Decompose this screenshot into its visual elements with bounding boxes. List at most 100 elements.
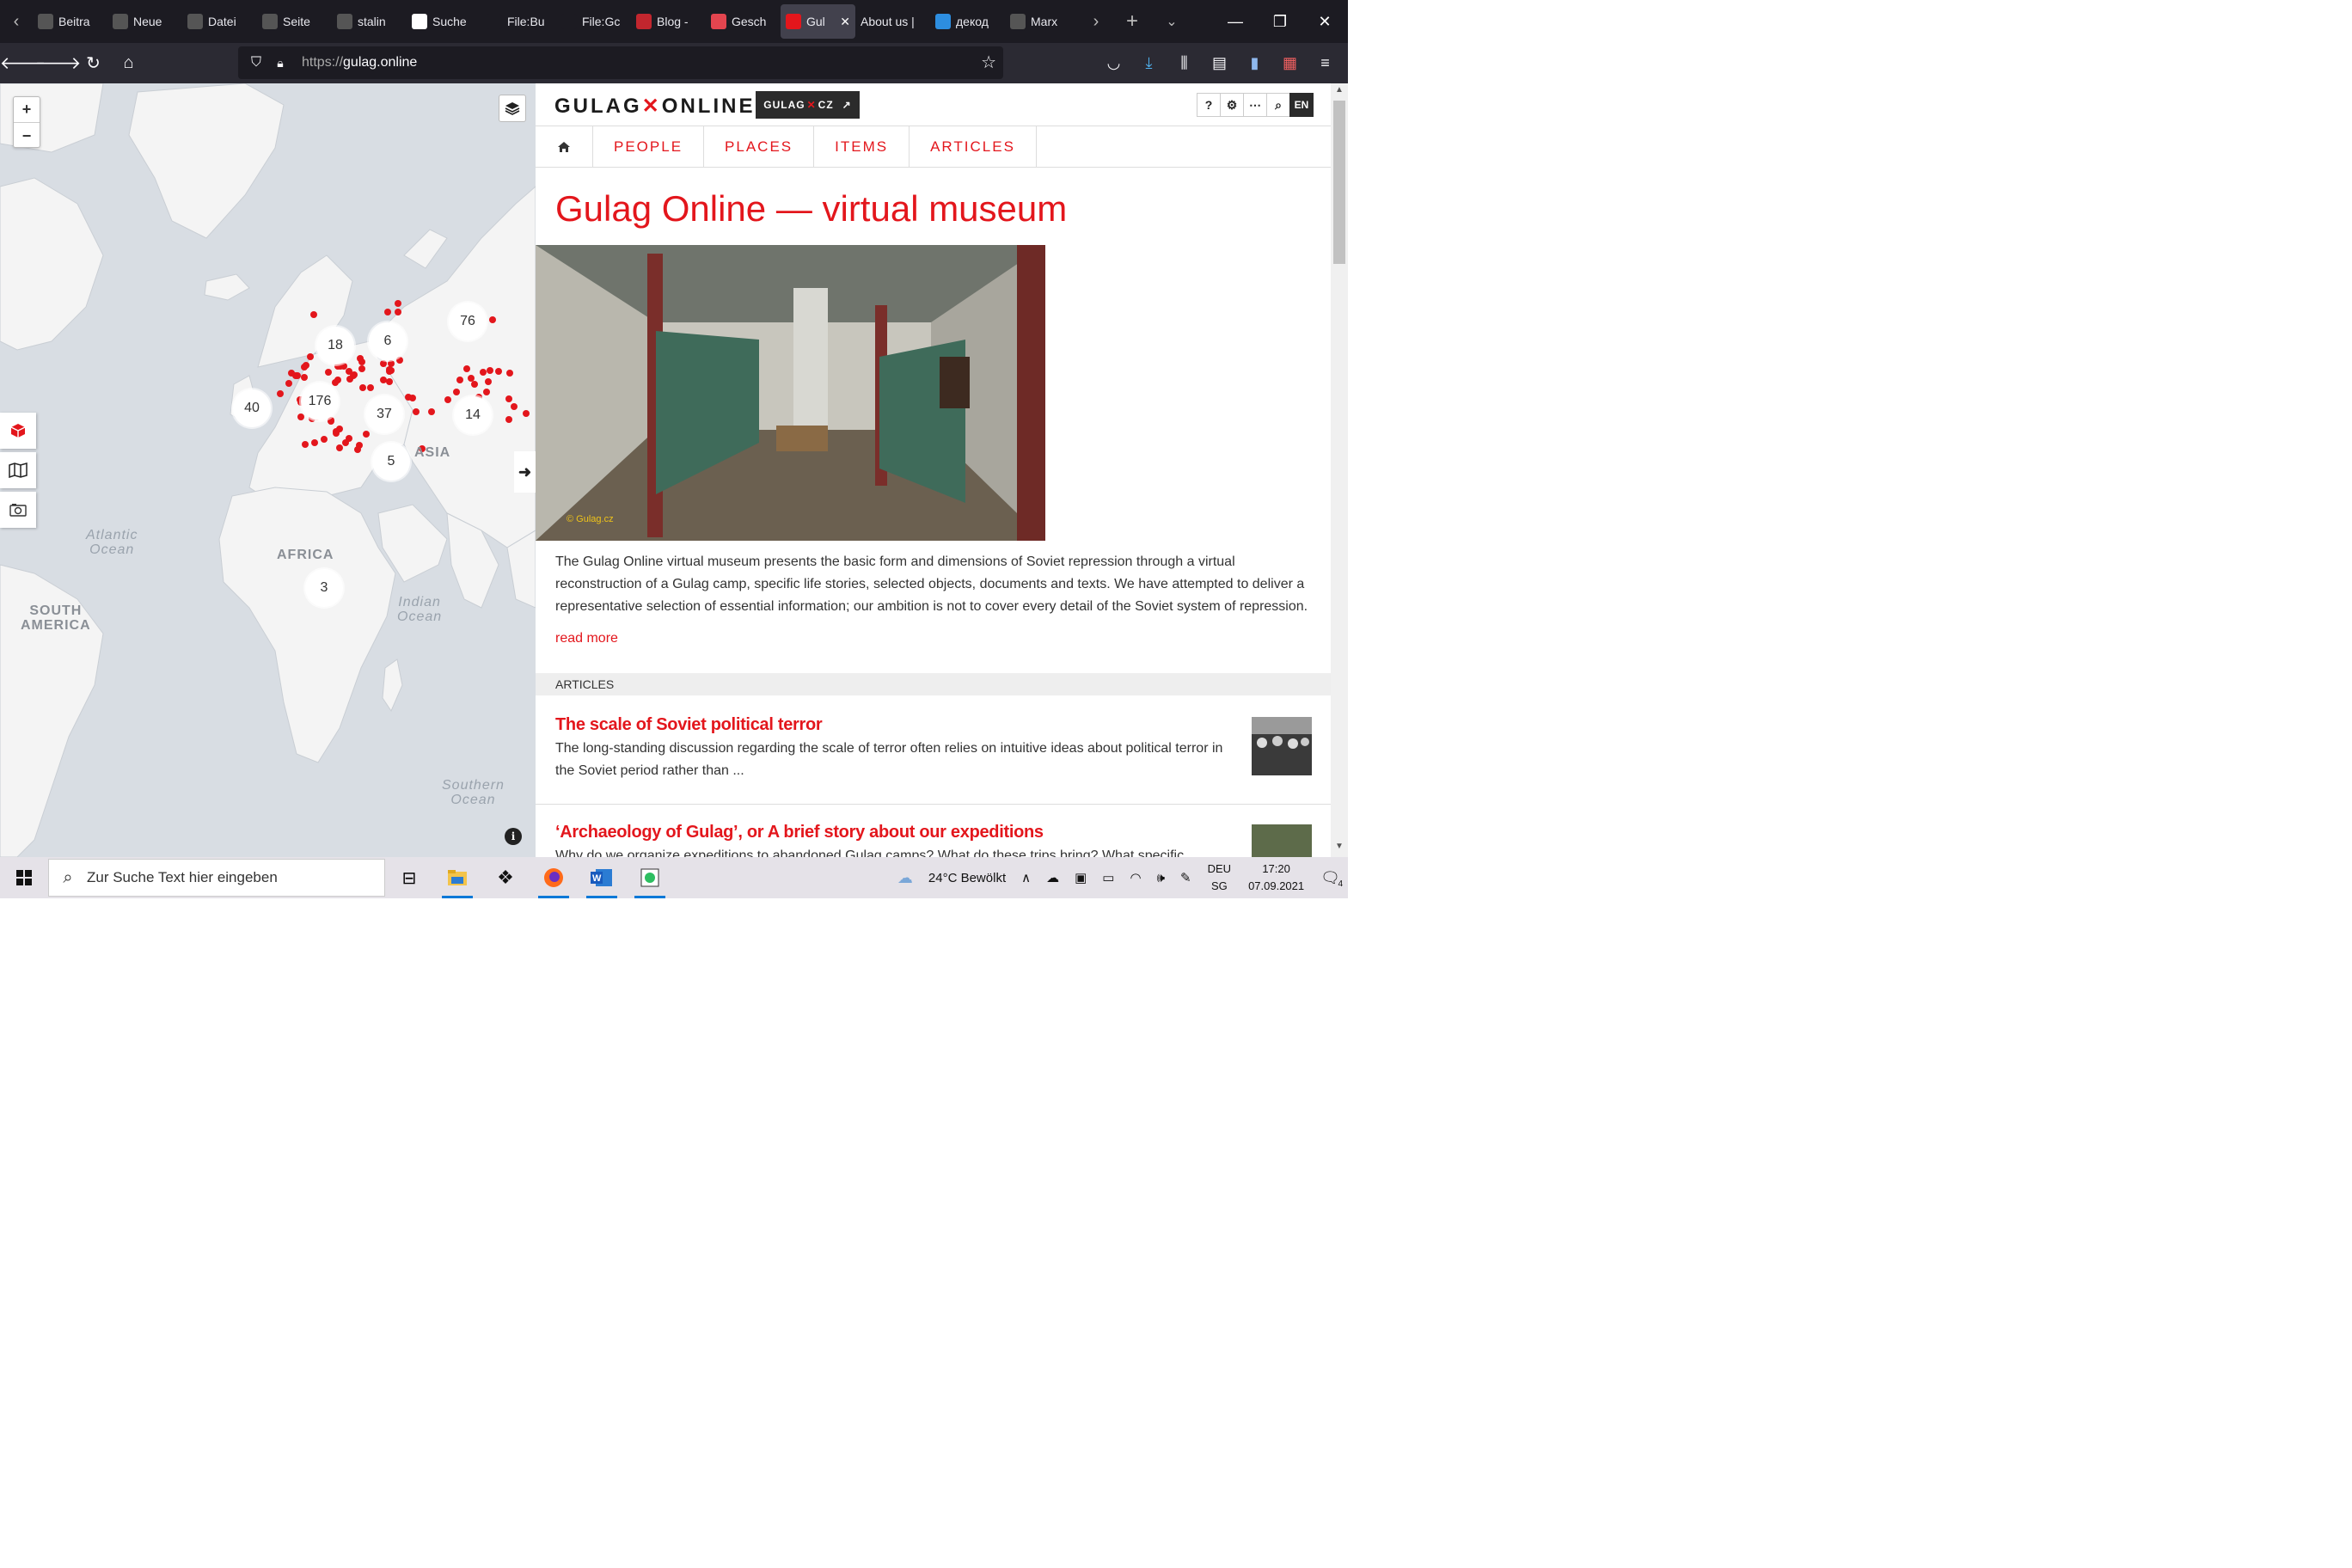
weather-cloud-icon[interactable]: ☁ [890,869,921,887]
camp-marker-dot[interactable] [444,395,451,403]
cluster-marker[interactable]: 6 [369,322,407,360]
cluster-marker[interactable]: 76 [449,303,487,340]
browser-tab[interactable]: stalin [332,4,407,39]
article-thumbnail[interactable] [1252,824,1312,857]
browser-tab[interactable]: Seite [257,4,332,39]
list-all-tabs-button[interactable]: ⌄ [1155,13,1188,30]
browser-tab[interactable]: Blog - [631,4,706,39]
zoom-in-button[interactable]: + [14,97,40,123]
camp-marker-dot[interactable] [511,402,518,410]
browser-tab[interactable]: Beitra [33,4,107,39]
firefox-icon[interactable] [530,857,578,898]
photo-view-button[interactable] [0,492,36,528]
file-explorer-icon[interactable] [433,857,481,898]
browser-tab[interactable]: Marx [1005,4,1080,39]
article-card[interactable]: ‘Archaeology of Gulag’, or A brief story… [536,823,1331,857]
camp-marker-dot[interactable] [383,308,391,315]
evernote-icon[interactable] [626,857,674,898]
menu-items[interactable]: ITEMS [814,126,910,167]
lock-icon[interactable]: 🔒︎ [271,56,290,70]
close-window-button[interactable]: ✕ [1302,0,1348,43]
notification-center-icon[interactable]: 🗨︎ 4 [1313,869,1348,889]
camp-marker-dot[interactable] [471,380,479,388]
onedrive-error-icon[interactable]: ☁ [1038,870,1067,885]
hero-image-barrack-interior[interactable]: © Gulag.cz [536,245,1045,541]
tabs-scroll-left-button[interactable]: ‹ [0,12,33,32]
cluster-marker[interactable]: 37 [365,395,403,433]
camp-marker-dot[interactable] [452,389,460,396]
cluster-marker[interactable]: 5 [372,443,410,481]
more-ellipsis-icon[interactable]: ⋯ [1243,93,1267,117]
minimize-window-button[interactable]: — [1212,0,1259,43]
url-text[interactable]: https://gulag.online [302,55,417,70]
article-title[interactable]: ‘Archaeology of Gulag’, or A brief story… [555,823,1044,842]
camp-marker-dot[interactable] [309,310,317,318]
address-bar[interactable]: ⛉ 🔒︎ https://gulag.online ☆ [238,46,1003,79]
taskbar-search-box[interactable]: ⌕ Zur Suche Text hier eingeben [48,859,385,897]
camp-marker-dot[interactable] [483,388,491,395]
camp-marker-dot[interactable] [486,366,493,374]
zoom-out-button[interactable]: − [14,123,40,149]
menu-articles[interactable]: ARTICLES [910,126,1037,167]
task-view-icon[interactable]: ⊟ [385,857,433,898]
language-button[interactable]: EN [1289,93,1314,117]
word-icon[interactable]: W [578,857,626,898]
browser-tab[interactable]: File:Gc [556,4,631,39]
dropbox-icon[interactable]: ❖ [481,857,530,898]
remote-desktop-icon[interactable]: ▣ [1067,870,1094,885]
layers-button[interactable] [499,95,526,122]
clock[interactable]: 17:20 07.09.2021 [1240,861,1313,895]
cluster-marker[interactable]: 176 [301,383,339,420]
camp-marker-dot[interactable] [332,427,340,435]
read-more-link[interactable]: read more [555,631,618,646]
settings-gear-icon[interactable]: ⚙ [1220,93,1244,117]
browser-tab[interactable]: Suche [407,4,481,39]
toggle-content-arrow-button[interactable]: ➜ [514,451,536,493]
browser-tab[interactable]: Datei [182,4,257,39]
camp-marker-dot[interactable] [494,368,502,376]
volume-icon[interactable]: 🕪︎ [1149,871,1173,885]
camp-marker-dot[interactable] [379,376,387,383]
cluster-marker[interactable]: 3 [305,569,343,607]
new-tab-button[interactable]: + [1116,9,1148,34]
tracking-protection-shield-icon[interactable]: ⛉ [242,55,271,70]
camp-marker-dot[interactable] [379,359,387,367]
library-icon[interactable]: ⫼ [1167,54,1202,72]
article-title[interactable]: The scale of Soviet political terror [555,715,823,735]
camp-marker-dot[interactable] [302,440,309,448]
map-pane[interactable]: + − 76 18 6 40 176 37 14 5 3 AFRICA ASIA… [0,83,536,857]
camp-marker-dot[interactable] [345,435,352,443]
restore-window-button[interactable]: ❐ [1257,0,1303,43]
site-logo[interactable]: GULAG✕ONLINE [554,94,755,119]
weather-text[interactable]: 24°C Bewölkt [921,871,1014,885]
browser-tab[interactable]: About us | [855,4,930,39]
map-view-button[interactable] [0,452,36,488]
camp-marker-dot[interactable] [412,407,420,415]
camp-marker-dot[interactable] [285,380,292,387]
camp-marker-dot[interactable] [358,383,366,391]
cluster-marker[interactable]: 14 [454,396,492,434]
reload-button[interactable]: ↻ [76,48,111,79]
camp-marker-dot[interactable] [291,372,299,380]
camp-marker-dot[interactable] [336,444,343,451]
camp-marker-dot[interactable] [321,435,328,443]
pocket-icon[interactable]: ◡ [1096,54,1131,72]
scrollbar-thumb[interactable] [1333,101,1345,264]
downloads-icon[interactable]: ⤓ [1131,54,1167,72]
windows-start-button[interactable] [0,857,48,898]
camp-marker-dot[interactable] [522,410,530,418]
menu-people[interactable]: PEOPLE [593,126,705,167]
app-menu-icon[interactable]: ≡ [1308,54,1343,72]
tabs-scroll-right-button[interactable]: › [1080,12,1112,32]
close-tab-icon[interactable]: ✕ [840,15,850,29]
pen-icon[interactable]: ✎ [1173,870,1199,885]
reader-extension-icon[interactable]: ▮ [1237,54,1272,72]
sidebar-icon[interactable]: ▤ [1202,54,1237,72]
camp-marker-dot[interactable] [358,364,365,372]
content-scrollbar[interactable]: ▲ ▼ [1331,83,1348,857]
browser-tab[interactable]: декод [930,4,1005,39]
forward-button[interactable]: 🡒 [35,48,82,79]
extension-icon[interactable]: ▦ [1272,54,1308,72]
gulag-cz-link[interactable]: GULAG ✕ CZ ↗ [756,91,860,119]
show-hidden-icons-icon[interactable]: ∧ [1014,870,1038,885]
